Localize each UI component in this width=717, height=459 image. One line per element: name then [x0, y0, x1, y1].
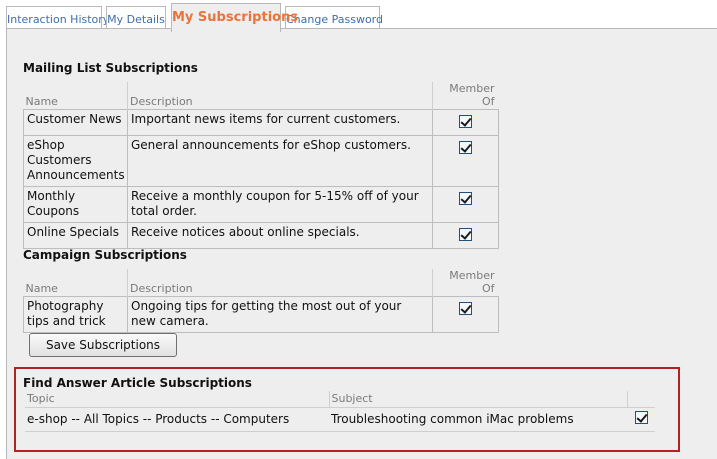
subscriptions-panel: Mailing List Subscriptions Name Descript…	[6, 28, 717, 459]
subscription-description: General announcements for eShop customer…	[127, 135, 433, 187]
table-row: Photography tips and trick Ongoing tips …	[23, 296, 499, 333]
subscription-description: Receive notices about online specials.	[127, 222, 433, 249]
find-answer-title: Find Answer Article Subscriptions	[23, 376, 252, 390]
mailing-list-table: Name Description Member Of Customer News…	[23, 82, 499, 249]
table-row: Monthly Coupons Receive a monthly coupon…	[23, 186, 499, 223]
member-checkbox[interactable]	[459, 302, 472, 315]
mailing-list-title: Mailing List Subscriptions	[23, 61, 198, 75]
member-checkbox[interactable]	[459, 141, 472, 154]
campaign-title: Campaign Subscriptions	[23, 248, 187, 262]
article-checkbox[interactable]	[634, 411, 648, 424]
column-header-description: Description	[127, 82, 433, 110]
article-topic: e-shop -- All Topics -- Products -- Comp…	[25, 406, 329, 432]
subscription-name: Photography tips and trick	[23, 296, 128, 333]
save-subscriptions-button[interactable]: Save Subscriptions	[29, 333, 177, 357]
table-row: Online Specials Receive notices about on…	[23, 222, 499, 249]
table-row: eShop Customers Announcements General an…	[23, 135, 499, 187]
subscription-description: Important news items for current custome…	[127, 109, 433, 136]
campaign-table: Name Description Member Of Photography t…	[23, 269, 499, 333]
column-header-topic: Topic	[27, 391, 55, 405]
table-row: Customer News Important news items for c…	[23, 109, 499, 136]
column-header-subject: Subject	[328, 391, 627, 407]
table-row: e-shop -- All Topics -- Products -- Comp…	[25, 406, 655, 432]
member-checkbox[interactable]	[459, 228, 472, 241]
subscription-name: eShop Customers Announcements	[23, 135, 128, 187]
subscription-description: Receive a monthly coupon for 5-15% off o…	[127, 186, 433, 223]
column-header-member-of: Member Of	[432, 82, 499, 110]
subscription-description: Ongoing tips for getting the most out of…	[127, 296, 433, 333]
subscription-name: Customer News	[23, 109, 128, 136]
subscription-name: Online Specials	[23, 222, 128, 249]
column-header-name: Name	[25, 95, 58, 108]
member-checkbox[interactable]	[459, 192, 472, 205]
article-subject: Troubleshooting common iMac problems	[329, 406, 627, 432]
subscription-name: Monthly Coupons	[23, 186, 128, 223]
column-header-name: Name	[25, 282, 58, 295]
column-header-member-of: Member Of	[432, 269, 499, 297]
member-checkbox[interactable]	[459, 115, 472, 128]
tab-my-subscriptions[interactable]: My Subscriptions	[171, 3, 298, 32]
find-answer-section: Find Answer Article Subscriptions Topic …	[14, 367, 680, 452]
find-answer-table: Topic Subject e-shop -- All Topics -- Pr…	[25, 391, 655, 432]
column-header-description: Description	[127, 269, 433, 297]
